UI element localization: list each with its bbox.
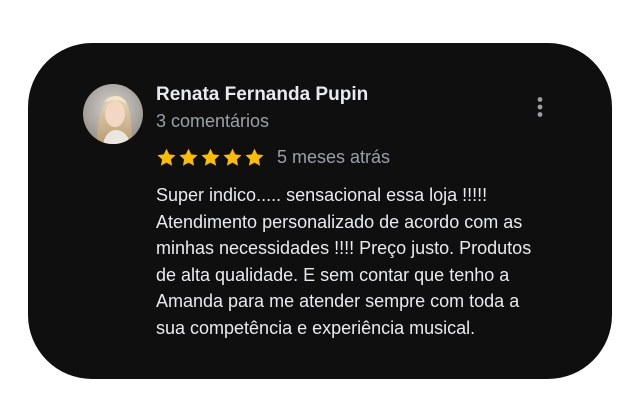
star-icon [157, 148, 176, 166]
star-icon [223, 148, 242, 166]
star-rating [156, 147, 265, 168]
review-text-line: Super indico..... sensacional essa loja … [156, 185, 488, 205]
review-text-line: Amanda para me atender sempre com toda a [156, 291, 520, 311]
review-text-line: Atendimento personalizado de acordo com … [156, 211, 523, 232]
star-icon [245, 148, 264, 166]
review-text: Super indico..... sensacional essa loja … [156, 182, 596, 341]
review-text-line: de alta qualidade. E sem contar que tenh… [156, 264, 510, 285]
star-icon [201, 148, 220, 166]
review-text-line: minhas necessidades !!!! Preço justo. Pr… [156, 238, 532, 258]
author-name[interactable]: Renata Fernanda Pupin [156, 84, 368, 106]
avatar[interactable] [83, 84, 143, 144]
star-icon [179, 148, 198, 166]
rating-row: 5 meses atrás [156, 144, 390, 170]
author-review-count[interactable]: 3 comentários [156, 111, 269, 132]
review-text-line: sua competência e experiência musical. [156, 317, 476, 338]
more-options-button[interactable] [526, 94, 554, 122]
avatar-photo [83, 84, 143, 144]
review-time: 5 meses atrás [277, 146, 391, 167]
more-vert-icon [537, 97, 543, 117]
